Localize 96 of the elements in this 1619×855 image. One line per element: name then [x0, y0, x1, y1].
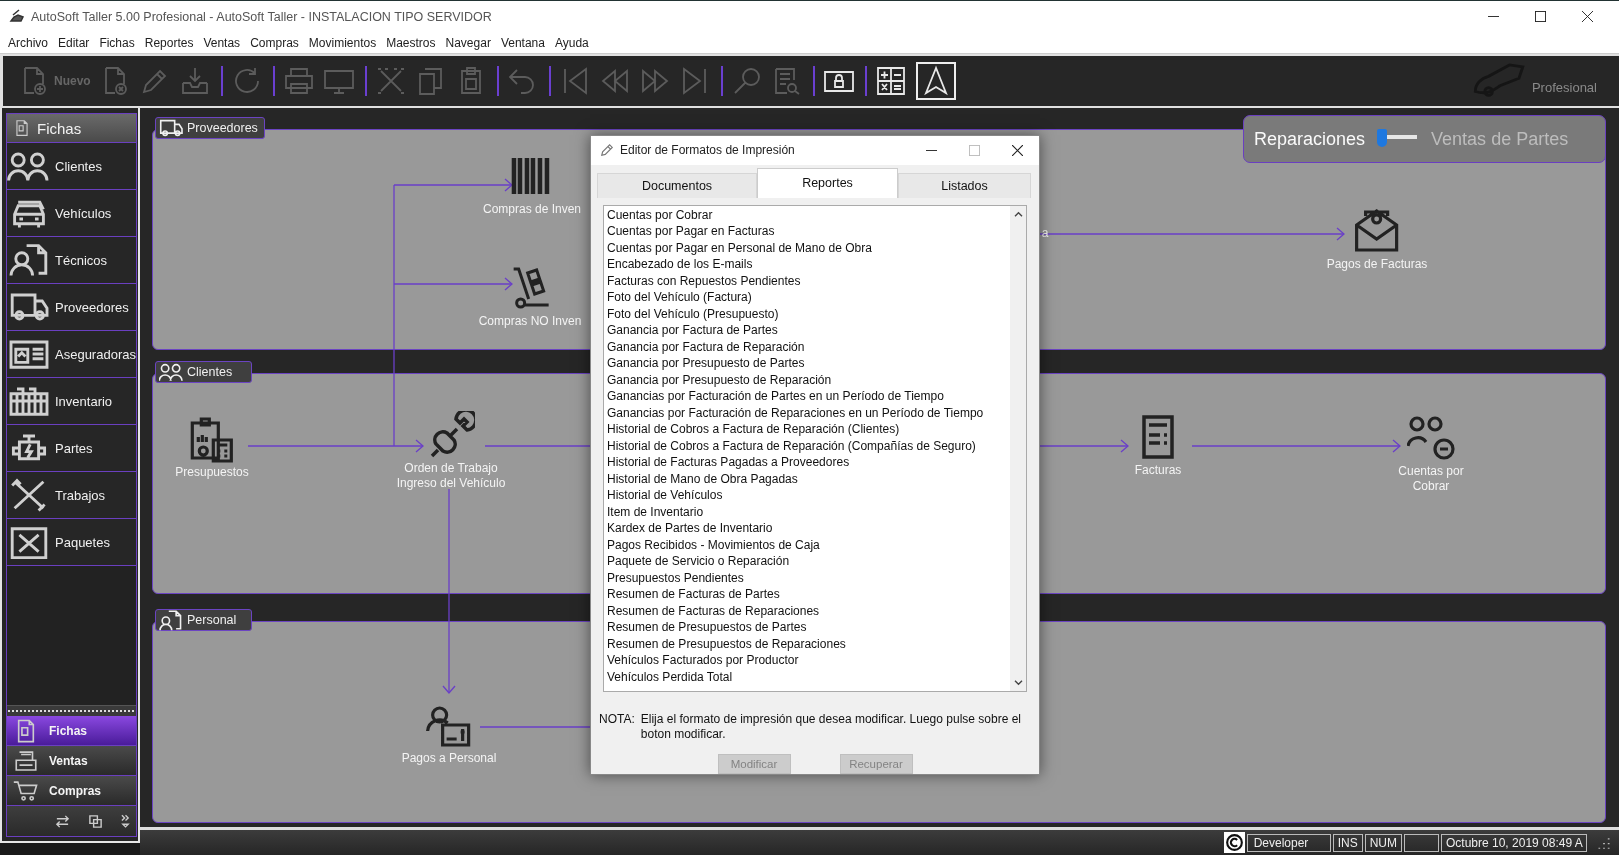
list-item[interactable]: Cuentas por Pagar en Personal de Mano de Obra	[607, 240, 1010, 257]
sidebar-item[interactable]: Clientes	[7, 143, 136, 190]
mode-option[interactable]: Reparaciones	[1254, 128, 1366, 150]
tab[interactable]: Reportes	[757, 168, 898, 198]
list-item[interactable]: Encabezado de los E-mails	[607, 256, 1010, 273]
list-item[interactable]: Ganancia por Factura de Reparación	[607, 339, 1010, 356]
list-item[interactable]: Resumen de Facturas de Reparaciones	[607, 603, 1010, 620]
menu-item[interactable]: Ventas	[203, 35, 241, 50]
menu-item[interactable]: Ventana	[500, 35, 545, 50]
list-item[interactable]: Item de Inventario	[607, 504, 1010, 521]
list-item[interactable]: Vehículos Facturados por Productor	[607, 652, 1010, 669]
sidebar-item[interactable]: Inventario	[7, 378, 136, 425]
sidebar-item[interactable]: Paquetes	[7, 519, 136, 566]
list-item[interactable]: Pagos Recibidos - Movimientos de Caja	[607, 537, 1010, 554]
sidebar-item[interactable]: Trabajos	[7, 472, 136, 519]
copyright-icon	[1223, 832, 1245, 853]
note-text: Elija el formato de impresión que desea modificar. Luego pulse sobre el boton modificar.	[640, 712, 1022, 742]
list-item[interactable]: Ganancia por Presupuesto de Reparación	[607, 372, 1010, 389]
note-label: NOTA:	[599, 712, 635, 728]
list-item[interactable]: Cuentas por Pagar en Facturas	[607, 223, 1010, 240]
sidebar-item[interactable]: Vehículos	[7, 190, 136, 237]
clipboard-calculator-icon[interactable]	[188, 415, 236, 463]
list-item[interactable]: Foto del Vehículo (Factura)	[607, 289, 1010, 306]
person-document-icon	[9, 242, 49, 278]
list-item[interactable]: Facturas con Repuestos Pendientes	[607, 273, 1010, 290]
list-item[interactable]: Ganancias por Facturación de Reparaciones en un Período de Tiempo	[607, 405, 1010, 422]
menu-item[interactable]: Archivo	[8, 35, 48, 50]
list-item[interactable]: Historial de Vehículos	[607, 487, 1010, 504]
list-item[interactable]: Historial de Cobros a Factura de Reparación (Clientes)	[607, 421, 1010, 438]
sidebar-item[interactable]: Aseguradoras	[7, 331, 136, 378]
navigation-group-button[interactable]: Fichas	[7, 716, 136, 746]
maximize-icon[interactable]	[1535, 11, 1546, 22]
close-icon[interactable]	[1582, 11, 1593, 22]
list-item[interactable]: Paquete de Servicio o Reparación	[607, 553, 1010, 570]
sidebar-header: Fichas	[7, 114, 136, 143]
menu-item[interactable]: Movimientos	[308, 35, 377, 50]
truck-icon	[159, 117, 183, 139]
navigation-group-button[interactable]: Ventas	[7, 746, 136, 776]
panel-tab[interactable]: Clientes	[155, 361, 252, 383]
insert-indicator: INS	[1332, 833, 1363, 852]
list-item[interactable]: Resumen de Presupuestos de Partes	[607, 619, 1010, 636]
list-item[interactable]: Ganancias por Facturación de Partes en un Período de Tiempo	[607, 388, 1010, 405]
menu-item[interactable]: Reportes	[144, 35, 194, 50]
list-item[interactable]: Resumen de Presupuestos de Reparaciones	[607, 636, 1010, 653]
list-item[interactable]: Ganancia por Presupuesto de Partes	[607, 355, 1010, 372]
scroll-down-icon[interactable]	[1013, 679, 1023, 686]
date-time: Octubre 10, 2019 08:49 A	[1441, 833, 1587, 852]
tools-icon	[9, 477, 49, 513]
scroll-up-icon[interactable]	[1013, 211, 1023, 218]
tab[interactable]: Documentos	[597, 173, 757, 198]
list-item[interactable]: Foto del Vehículo (Presupuesto)	[607, 306, 1010, 323]
list-item[interactable]: Historial de Facturas Pagadas a Proveedores	[607, 454, 1010, 471]
status-panel	[1404, 833, 1439, 852]
menu-item[interactable]: Navegar	[445, 35, 491, 50]
format-editor-icon	[600, 143, 614, 158]
close-icon[interactable]	[1012, 144, 1023, 156]
menu-item[interactable]: Fichas	[99, 35, 135, 50]
windows-icon[interactable]	[87, 813, 103, 829]
chevron-icon[interactable]	[120, 813, 130, 829]
list-item[interactable]: Historial de Cobros a Factura de Reparación (Compañías de Seguro)	[607, 438, 1010, 455]
panel-tab[interactable]: Proveedores	[155, 117, 265, 139]
numlock-indicator: NUM	[1364, 833, 1402, 852]
navigation-group-button[interactable]: Compras	[7, 776, 136, 806]
menu-item[interactable]: Editar	[58, 35, 90, 50]
envelope-money-icon[interactable]	[1353, 207, 1401, 255]
menu-item[interactable]: Maestros	[386, 35, 436, 50]
document-icon	[13, 119, 31, 137]
list-item[interactable]: Ganancia por Factura de Partes	[607, 322, 1010, 339]
user-status: Developer	[1246, 833, 1331, 852]
list-item[interactable]: Vehículos Perdida Total	[607, 669, 1010, 686]
resize-grip-icon[interactable]	[1597, 835, 1611, 850]
person-document-icon	[159, 609, 183, 631]
people-icon	[159, 361, 183, 383]
window-title: AutoSoft Taller 5.00 Profesional - AutoSoft Taller - INSTALACION TIPO SERVIDOR	[31, 9, 492, 24]
navigation-icon[interactable]	[915, 62, 956, 100]
menu-item[interactable]: Ayuda	[554, 35, 589, 50]
list-item[interactable]: Historial de Mano de Obra Pagadas	[607, 471, 1010, 488]
splitter-handle[interactable]	[7, 705, 136, 716]
swap-arrows-icon[interactable]	[54, 813, 70, 829]
sidebar-item[interactable]: Proveedores	[7, 284, 136, 331]
menu-item[interactable]: Compras	[250, 35, 299, 50]
slider-thumb[interactable]	[1377, 129, 1388, 147]
edition-label: Profesional	[1531, 80, 1597, 95]
panel-tab[interactable]: Personal	[155, 609, 252, 631]
app-logo-icon	[9, 8, 25, 25]
scrollbar[interactable]	[1010, 206, 1026, 691]
list-item[interactable]: Resumen de Facturas de Partes	[607, 586, 1010, 603]
list-item[interactable]: Cuentas por Cobrar	[607, 207, 1010, 224]
tab[interactable]: Listados	[898, 173, 1031, 198]
dialog-title: Editor de Formatos de Impresión	[620, 143, 795, 158]
maximize-icon	[969, 144, 980, 156]
list-item[interactable]: Presupuestos Pendientes	[607, 570, 1010, 587]
people-coin-icon[interactable]	[1407, 414, 1455, 462]
list-item[interactable]: Kardex de Partes de Inventario	[607, 520, 1010, 537]
sidebar-item[interactable]: Partes	[7, 425, 136, 472]
sidebar-item[interactable]: Técnicos	[7, 237, 136, 284]
